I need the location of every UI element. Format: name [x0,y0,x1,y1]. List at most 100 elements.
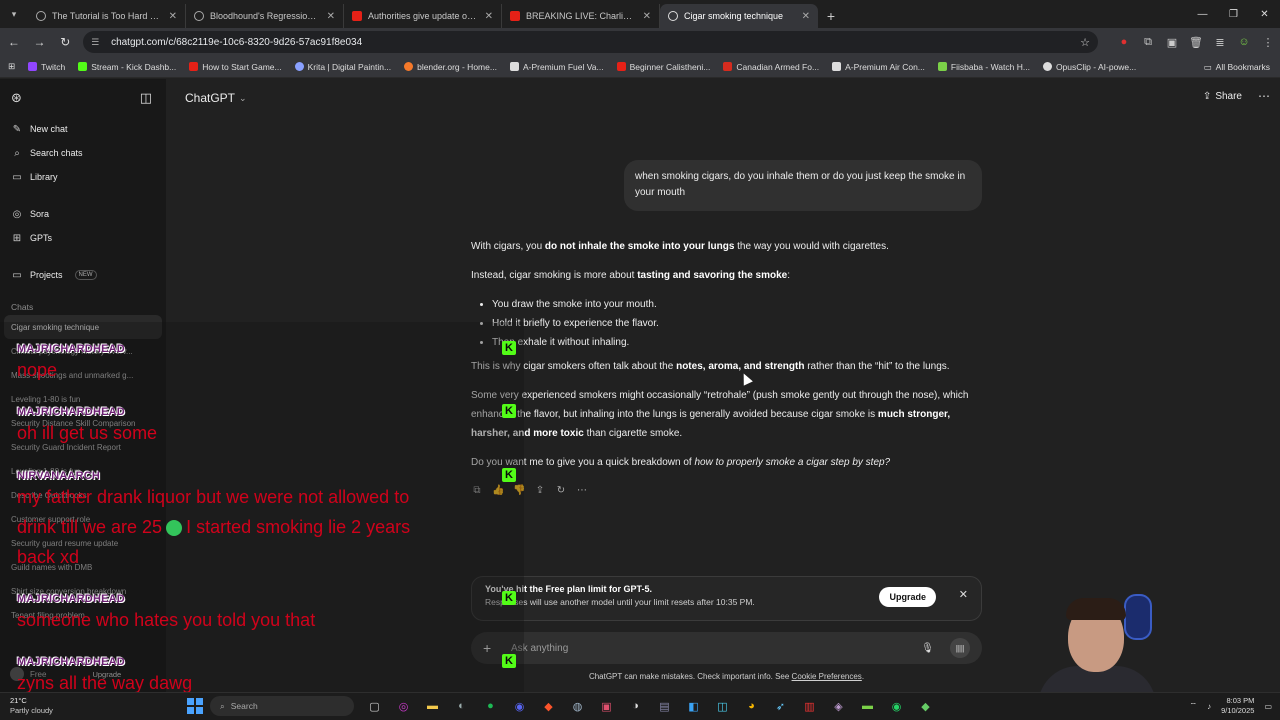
sidebar-toggle-icon[interactable]: ◫ [140,90,152,106]
copy-icon[interactable]: ⧉ [471,485,483,496]
bookmark-item[interactable]: How to Start Game... [189,62,282,72]
site-info-icon[interactable]: ☰ [91,36,103,48]
kick-icon: K [502,591,516,605]
chat-history-item[interactable]: Cigar smoking technique [4,315,162,339]
browser-tab[interactable]: Bloodhound's Regression Instinct ✕ [186,4,344,28]
all-bookmarks[interactable]: ▭ All Bookmarks [1204,56,1270,78]
bookmark-item[interactable]: Canadian Armed Fo... [723,62,819,72]
app-icon[interactable]: ◆ [913,695,938,717]
close-icon[interactable]: ✕ [327,11,335,22]
close-icon[interactable]: ✕ [485,11,493,22]
spotify-icon[interactable]: ● [478,695,503,717]
whatsapp-icon[interactable]: ◉ [884,695,909,717]
model-name: ChatGPT [185,91,236,105]
bookmark-item[interactable]: Fiisbaba - Watch H... [937,62,1030,72]
bookmark-item[interactable]: Krita | Digital Paintin... [294,62,391,72]
browser-tab[interactable]: Authorities give update on Cha ✕ [344,4,502,28]
reload-icon[interactable]: ↻ [53,30,77,54]
sidebar-item-search-chats[interactable]: ⌕ Search chats [0,141,166,165]
search-icon: ⌕ [220,700,225,711]
sidebar-item-projects[interactable]: ▭ Projects NEW [0,263,166,287]
weather-widget[interactable]: 21°C Partly cloudy [10,696,53,716]
task-view-icon[interactable]: ▢ [362,695,387,717]
app-icon[interactable]: ▤ [652,695,677,717]
close-window-icon[interactable]: ✕ [1249,0,1280,28]
media-icon[interactable]: ≣ [1208,30,1232,54]
more-options-icon[interactable]: ⋯ [1258,89,1270,103]
steam-icon[interactable]: ◍ [565,695,590,717]
share-button[interactable]: ⇪ Share [1203,91,1242,102]
minimize-icon[interactable]: — [1187,0,1218,28]
app-icon[interactable]: ◐ [449,695,474,717]
apps-grid-icon[interactable]: ⊞ [8,61,15,72]
prompt-input[interactable] [511,642,922,654]
volume-icon[interactable]: ♪ [1207,702,1211,711]
browser-tab[interactable]: BREAKING LIVE: Charlie Kirk de ✕ [502,4,660,28]
app-icon[interactable]: ▣ [594,695,619,717]
bookmark-item[interactable]: Twitch [28,62,65,72]
openai-logo-icon[interactable]: ⊛ [11,90,22,106]
trash-icon[interactable]: 🗑 [1184,30,1208,54]
sidebar-item-library[interactable]: ▭ Library [0,165,166,189]
voice-mode-icon[interactable]: |||| [950,638,970,658]
cookie-preferences-link[interactable]: Cookie Preferences [792,672,862,681]
vscode-icon[interactable]: ◧ [681,695,706,717]
folder-icon: ▭ [12,269,22,281]
menu-icon[interactable]: ⋮ [1256,30,1280,54]
thumbs-up-icon[interactable]: 👍 [492,485,504,496]
app-icon[interactable]: ◫ [710,695,735,717]
address-bar[interactable]: ☰ chatgpt.com/c/68c2119e-10c6-8320-9d26-… [83,31,1098,53]
discord-icon[interactable]: ◉ [507,695,532,717]
profile-icon[interactable]: ☺ [1232,30,1256,54]
more-icon[interactable]: ⋯ [576,485,588,496]
model-selector[interactable]: ChatGPT ⌄ [166,79,1280,117]
share-icon[interactable]: ⇪ [534,485,546,496]
file-explorer-icon[interactable]: ▬ [420,695,445,717]
app-icon[interactable]: ▥ [797,695,822,717]
windows-start-icon[interactable] [187,698,203,714]
sidebar-item-sora[interactable]: ◎ Sora [0,202,166,226]
bookmark-item[interactable]: A-Premium Fuel Va... [509,62,604,72]
taskbar-search[interactable]: ⌕ Search [210,696,354,716]
clock[interactable]: 8:03 PM 9/10/2025 [1221,696,1254,716]
bookmark-item[interactable]: Beginner Calistheni... [616,62,710,72]
bookmark-item[interactable]: blender.org - Home... [404,62,497,72]
new-tab-button[interactable]: + [818,4,844,28]
edge-icon[interactable]: ◎ [391,695,416,717]
app-icon[interactable]: ▬ [855,695,880,717]
bookmark-label: Canadian Armed Fo... [736,61,820,72]
chrome-icon[interactable]: ◕ [739,695,764,717]
app-icon[interactable]: ➶ [768,695,793,717]
bookmark-item[interactable]: A-Premium Air Con... [832,62,925,72]
close-icon[interactable]: ✕ [169,11,177,22]
app-icon[interactable]: ◑ [623,695,648,717]
puzzle-icon[interactable]: ⧉ [1136,30,1160,54]
bookmark-item[interactable]: OpusClip - AI-powe... [1042,62,1136,72]
notification-icon[interactable]: ▭ [1264,702,1272,711]
bookmark-item[interactable]: Stream - Kick Dashb... [78,62,176,72]
bookmark-star-icon[interactable]: ☆ [1080,36,1090,49]
close-icon[interactable]: ✕ [959,588,968,601]
maximize-icon[interactable]: ❐ [1218,0,1249,28]
tab-search-icon[interactable]: ▾ [0,0,28,28]
network-icon[interactable]: ⌔ [1190,701,1198,711]
browser-tab[interactable]: The Tutorial is Too Hard Chapter ✕ [28,4,186,28]
brave-icon[interactable]: ◆ [536,695,561,717]
text: With cigars, you [471,241,545,252]
sidebar-item-gpts[interactable]: ⊞ GPTs [0,226,166,250]
sidebar-item-new-chat[interactable]: ✎ New chat [0,117,166,141]
forward-icon[interactable]: → [28,30,52,54]
close-icon[interactable]: ✕ [802,11,810,22]
browser-tab-active[interactable]: Cigar smoking technique ✕ [660,4,818,28]
upgrade-button[interactable]: Upgrade [879,587,936,607]
reading-list-icon[interactable]: ▣ [1160,30,1184,54]
close-icon[interactable]: ✕ [643,11,651,22]
extension-icon[interactable]: ● [1112,30,1136,54]
back-icon[interactable]: ← [2,30,26,54]
regenerate-icon[interactable]: ↻ [555,485,567,496]
plus-icon[interactable]: + [483,640,501,656]
microphone-icon[interactable]: 🎙 [921,643,934,654]
thumbs-down-icon[interactable]: 👎 [513,485,525,496]
app-icon[interactable]: ◈ [826,695,851,717]
